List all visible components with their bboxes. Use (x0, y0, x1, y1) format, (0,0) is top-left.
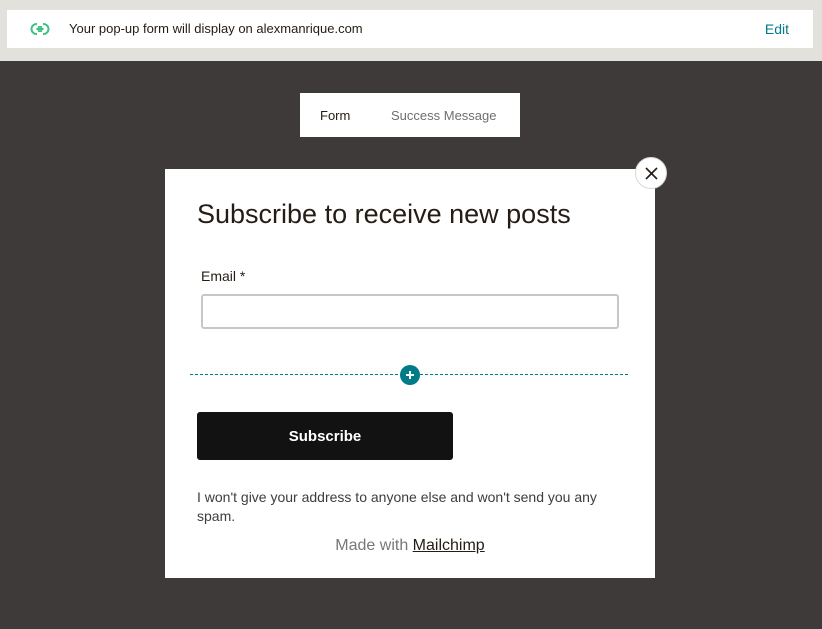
close-icon (645, 167, 658, 180)
top-strip: Your pop-up form will display on alexman… (0, 0, 822, 61)
made-with-prefix: Made with (335, 537, 413, 554)
subscribe-button[interactable]: Subscribe (197, 412, 453, 460)
email-label: Email * (201, 268, 246, 284)
banner-domain: alexmanrique.com (256, 21, 363, 36)
disclaimer-text: I won't give your address to anyone else… (197, 489, 597, 524)
email-field[interactable] (201, 294, 619, 329)
edit-link[interactable]: Edit (765, 21, 789, 37)
plus-icon (406, 371, 414, 379)
made-with-footer: Made with Mailchimp (165, 537, 655, 555)
form-tabs: Form Success Message (300, 93, 520, 137)
link-icon (30, 21, 50, 37)
close-button[interactable] (635, 157, 667, 189)
popup-form: Subscribe to receive new posts Email * S… (165, 169, 655, 578)
mailchimp-link[interactable]: Mailchimp (413, 537, 485, 554)
tab-form[interactable]: Form (320, 108, 350, 123)
tab-success-message[interactable]: Success Message (391, 108, 497, 123)
banner-prefix: Your pop-up form will display on (69, 21, 257, 36)
banner-text: Your pop-up form will display on alexman… (69, 21, 363, 36)
display-banner: Your pop-up form will display on alexman… (7, 10, 813, 48)
popup-title: Subscribe to receive new posts (197, 199, 571, 229)
add-field-button[interactable] (400, 365, 420, 385)
